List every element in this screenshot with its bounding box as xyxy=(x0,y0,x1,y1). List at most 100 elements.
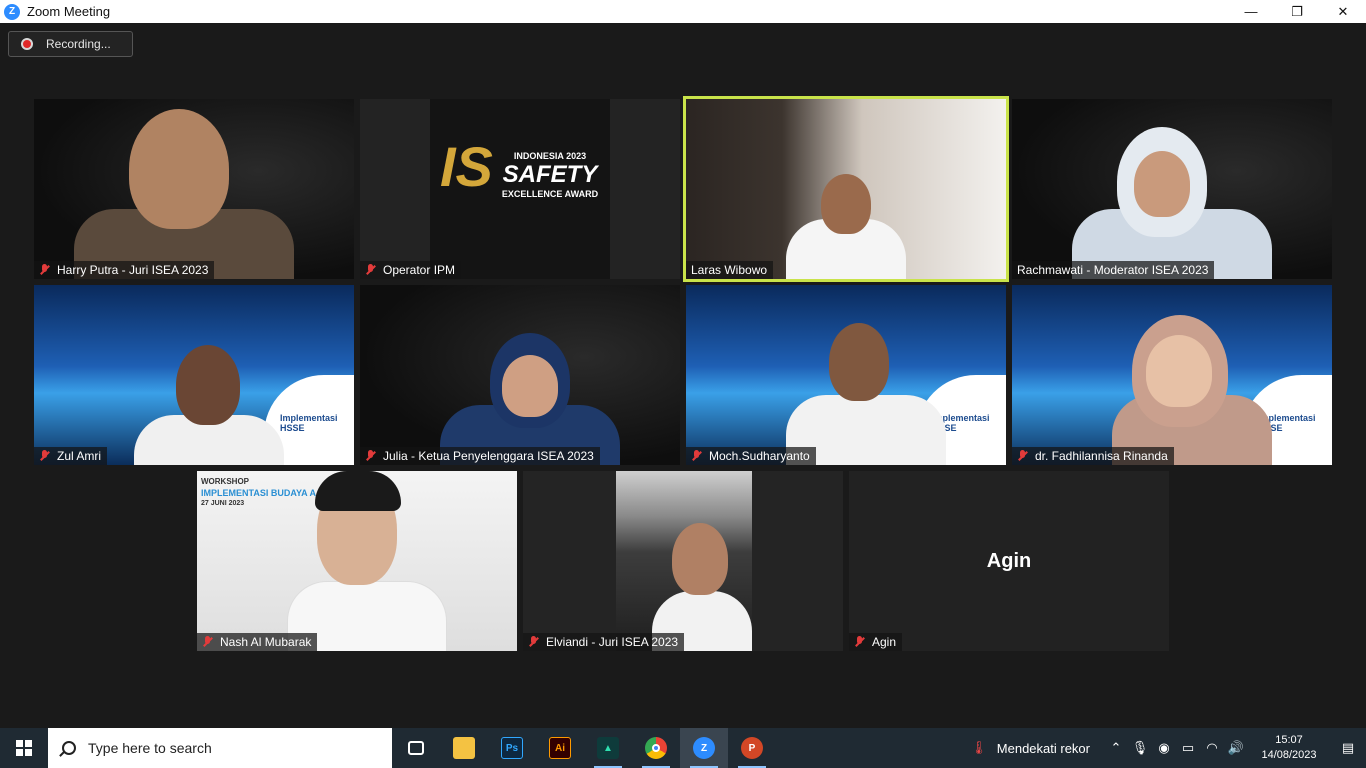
participant-name-badge: Operator IPM xyxy=(360,261,462,279)
microphone-icon[interactable]: 🎙 xyxy=(1128,740,1152,756)
participant-name-badge: Laras Wibowo xyxy=(686,261,774,279)
taskbar-clock[interactable]: 15:07 14/08/2023 xyxy=(1248,733,1330,763)
video-feed: WORKSHOP IMPLEMENTASI BUDAYA A 27 JUNI 2… xyxy=(197,471,517,651)
record-dot-icon xyxy=(21,38,33,50)
video-tile[interactable]: Elviandi - Juri ISEA 2023 xyxy=(523,471,843,651)
isea-logo: INDONESIA 2023 SAFETY EXCELLENCE AWARD I… xyxy=(430,99,610,279)
participant-name-badge: Moch.Sudharyanto xyxy=(686,447,816,465)
thermometer-icon[interactable]: 🌡 xyxy=(967,740,991,756)
video-feed xyxy=(360,285,680,465)
notification-icon: ▤ xyxy=(1341,740,1355,755)
participant-name-badge: Elviandi - Juri ISEA 2023 xyxy=(523,633,685,651)
participant-name: Zul Amri xyxy=(57,449,102,463)
battery-icon[interactable]: ▭ xyxy=(1176,740,1200,756)
mic-muted-icon xyxy=(38,263,52,277)
mic-muted-icon xyxy=(853,635,867,649)
powerpoint-button[interactable]: P xyxy=(728,728,776,768)
car-interior xyxy=(616,471,752,651)
clock-time: 15:07 xyxy=(1275,734,1303,746)
video-tile[interactable]: Implementasi HSSE Moch.Sudharyanto xyxy=(686,285,1006,465)
mic-muted-icon xyxy=(527,635,541,649)
wifi-icon[interactable]: ◠ xyxy=(1200,740,1224,756)
zoom-icon: Z xyxy=(693,737,715,759)
illustrator-button[interactable]: Ai xyxy=(536,728,584,768)
participant-name: Operator IPM xyxy=(383,263,456,277)
taskbar-search[interactable]: Type here to search xyxy=(48,728,392,768)
video-tile-off[interactable]: Agin Agin xyxy=(849,471,1169,651)
video-tile[interactable]: Harry Putra - Juri ISEA 2023 xyxy=(34,99,354,279)
meeting-gallery: Recording... Harry Putra - Juri ISEA 202… xyxy=(0,23,1366,728)
video-tile[interactable]: Julia - Ketua Penyelenggara ISEA 2023 xyxy=(360,285,680,465)
participant-name-badge: Rachmawati - Moderator ISEA 2023 xyxy=(1012,261,1215,279)
participant-placeholder-name: Agin xyxy=(986,549,1032,572)
participant-name: Moch.Sudharyanto xyxy=(709,449,810,463)
task-view-icon xyxy=(408,741,424,755)
video-tile[interactable]: WORKSHOP IMPLEMENTASI BUDAYA A 27 JUNI 2… xyxy=(197,471,517,651)
photoshop-button[interactable]: Ps xyxy=(488,728,536,768)
recording-label: Recording... xyxy=(46,37,111,51)
video-feed: Implementasi HSSE xyxy=(34,285,354,465)
participant-name-badge: Zul Amri xyxy=(34,447,108,465)
weather-text[interactable]: Mendekati rekor xyxy=(997,741,1090,756)
participant-name: Laras Wibowo xyxy=(691,263,768,277)
video-tile[interactable]: Rachmawati - Moderator ISEA 2023 xyxy=(1012,99,1332,279)
window-controls: — ❐ ✕ xyxy=(1228,0,1366,23)
video-feed: INDONESIA 2023 SAFETY EXCELLENCE AWARD I… xyxy=(360,99,680,279)
system-tray: 🌡 Mendekati rekor ⌃ 🎙 ◉ ▭ ◠ 🔊 15:07 14/0… xyxy=(967,728,1366,768)
participant-name-badge: dr. Fadhilannisa Rinanda xyxy=(1012,447,1174,465)
mic-muted-icon xyxy=(38,449,52,463)
task-view-button[interactable] xyxy=(392,728,440,768)
video-tile-active-speaker[interactable]: Laras Wibowo xyxy=(683,96,1009,282)
participant-name-badge: Agin xyxy=(849,633,903,651)
volume-icon[interactable]: 🔊 xyxy=(1224,740,1248,756)
zoom-button[interactable]: Z xyxy=(680,728,728,768)
mic-muted-icon xyxy=(364,263,378,277)
windows-taskbar: Type here to search Ps Ai ▲ Z P 🌡 Mendek… xyxy=(0,728,1366,768)
video-feed xyxy=(686,99,1006,279)
chrome-button[interactable] xyxy=(632,728,680,768)
mic-muted-icon xyxy=(690,449,704,463)
app-green-icon: ▲ xyxy=(597,737,619,759)
video-feed xyxy=(34,99,354,279)
mic-muted-icon xyxy=(201,635,215,649)
participant-name: Harry Putra - Juri ISEA 2023 xyxy=(57,263,209,277)
video-feed: Implementasi HSSE xyxy=(686,285,1006,465)
participant-name-badge: Nash Al Mubarak xyxy=(197,633,318,651)
illustrator-icon: Ai xyxy=(549,737,571,759)
clock-date: 14/08/2023 xyxy=(1261,749,1317,761)
recording-indicator[interactable]: Recording... xyxy=(8,31,133,57)
window-title: Zoom Meeting xyxy=(27,4,111,19)
folder-icon xyxy=(453,737,475,759)
video-tile[interactable]: Implementasi HSSE Zul Amri xyxy=(34,285,354,465)
minimize-button[interactable]: — xyxy=(1228,0,1274,23)
search-placeholder: Type here to search xyxy=(88,740,212,756)
participant-name: Nash Al Mubarak xyxy=(220,635,312,649)
mic-muted-icon xyxy=(1016,449,1030,463)
powerpoint-icon: P xyxy=(741,737,763,759)
participant-name-badge: Harry Putra - Juri ISEA 2023 xyxy=(34,261,215,279)
participant-name: Rachmawati - Moderator ISEA 2023 xyxy=(1017,263,1209,277)
video-feed: Implementasi HSSE xyxy=(1012,285,1332,465)
participant-name: Julia - Ketua Penyelenggara ISEA 2023 xyxy=(383,449,594,463)
video-feed xyxy=(1012,99,1332,279)
notifications-button[interactable]: ▤ xyxy=(1330,740,1366,756)
chevron-up-icon[interactable]: ⌃ xyxy=(1104,740,1128,756)
camera-icon[interactable]: ◉ xyxy=(1152,740,1176,756)
window-titlebar: Z Zoom Meeting — ❐ ✕ xyxy=(0,0,1366,23)
maximize-button[interactable]: ❐ xyxy=(1274,0,1320,23)
start-button[interactable] xyxy=(0,728,48,768)
zoom-logo-icon: Z xyxy=(4,3,20,20)
video-tile[interactable]: Implementasi HSSE dr. Fadhilannisa Rinan… xyxy=(1012,285,1332,465)
windows-logo-icon xyxy=(16,740,32,756)
participant-name: Agin xyxy=(872,635,897,649)
participant-name: dr. Fadhilannisa Rinanda xyxy=(1035,449,1168,463)
participant-name-badge: Julia - Ketua Penyelenggara ISEA 2023 xyxy=(360,447,600,465)
chrome-icon xyxy=(645,737,667,759)
file-explorer-button[interactable] xyxy=(440,728,488,768)
app-green-button[interactable]: ▲ xyxy=(584,728,632,768)
video-feed xyxy=(523,471,843,651)
video-tile[interactable]: INDONESIA 2023 SAFETY EXCELLENCE AWARD I… xyxy=(360,99,680,279)
search-icon xyxy=(62,741,76,755)
photoshop-icon: Ps xyxy=(501,737,523,759)
close-button[interactable]: ✕ xyxy=(1320,0,1366,23)
